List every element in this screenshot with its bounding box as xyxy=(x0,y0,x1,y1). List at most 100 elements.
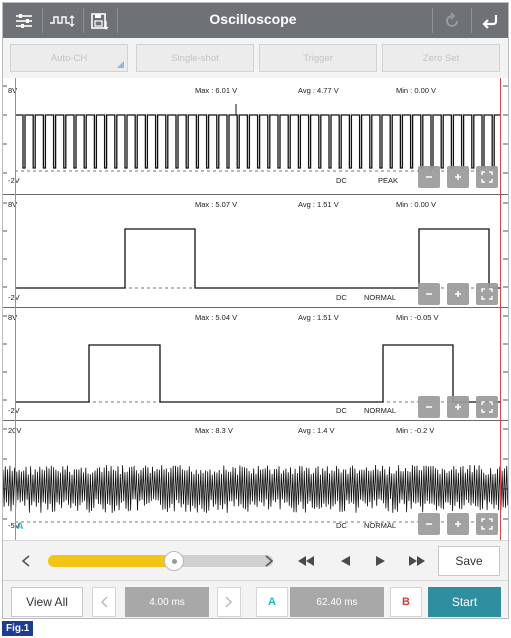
minus-icon xyxy=(426,523,432,525)
mode-toolbar: Auto-CH Single-shot Trigger Zero Set xyxy=(3,38,508,78)
min-value: Min : -0.05 V xyxy=(396,313,439,322)
refresh-icon[interactable] xyxy=(435,6,469,35)
plus-icon xyxy=(455,404,461,410)
view-all-button[interactable]: View All xyxy=(11,587,83,617)
fast-forward-icon xyxy=(409,556,425,566)
minus-icon xyxy=(426,293,432,295)
max-value: Max : 5.07 V xyxy=(195,200,238,209)
trigger-button[interactable]: Trigger xyxy=(259,44,377,72)
expand-icon xyxy=(481,518,493,530)
scale-up-button[interactable] xyxy=(447,283,469,305)
playback-bar: Save xyxy=(3,540,508,580)
expand-channel-button[interactable] xyxy=(476,513,498,535)
avg-value: Avg : 1.4 V xyxy=(298,426,335,435)
acquisition-mode-label: NORMAL xyxy=(364,293,397,302)
signal-waveform xyxy=(15,228,500,289)
channel-4: 20V Max : 8.3 V Avg : 1.4 V Min : -0.2 V… xyxy=(3,421,508,540)
sliders-icon[interactable] xyxy=(7,6,41,35)
expand-channel-button[interactable] xyxy=(476,283,498,305)
signal-waveform xyxy=(3,464,508,513)
dropdown-corner-icon xyxy=(117,61,124,68)
app-header: Oscilloscope xyxy=(3,3,508,38)
max-value: Max : 8.3 V xyxy=(195,426,233,435)
plus-icon xyxy=(455,174,461,180)
time-div-value: 4.00 ms xyxy=(125,587,209,617)
save-button[interactable]: Save xyxy=(438,546,500,576)
timeline-slider-fill xyxy=(48,555,174,567)
scale-up-button[interactable] xyxy=(447,396,469,418)
time-div-decrease-button[interactable] xyxy=(92,587,116,617)
acquisition-mode-label: PEAK xyxy=(378,176,399,185)
channel-2: 8V Max : 5.07 V Avg : 1.51 V Min : 0.00 … xyxy=(3,195,508,308)
scale-up-button[interactable] xyxy=(447,166,469,188)
scale-down-button[interactable] xyxy=(418,166,440,188)
figure-label: Fig.1 xyxy=(2,621,34,636)
channel-bottom-label: -2V xyxy=(8,293,20,302)
time-div-increase-button[interactable] xyxy=(217,587,241,617)
signal-waveform xyxy=(15,344,500,403)
scope-display: 8V Max : 6.01 V Avg : 4.77 V Min : 0.00 … xyxy=(3,78,508,540)
single-shot-label: Single-shot xyxy=(171,52,219,64)
expand-icon xyxy=(481,171,493,183)
channel-bottom-label: -2V xyxy=(8,176,20,185)
cursor-time-value: 62.40 ms xyxy=(290,587,384,617)
auto-ch-button[interactable]: Auto-CH xyxy=(10,44,128,72)
slider-next-button[interactable] xyxy=(258,551,280,571)
bottom-toolbar: View All 4.00 ms A 62.40 ms B Start xyxy=(3,580,508,618)
waveform-icon[interactable] xyxy=(45,6,81,35)
cursor-b-line[interactable] xyxy=(500,78,501,540)
scale-down-button[interactable] xyxy=(418,283,440,305)
channel-3: 8V Max : 5.04 V Avg : 1.51 V Min : -0.05… xyxy=(3,308,508,421)
min-value: Min : 0.00 V xyxy=(396,86,437,95)
acquisition-mode-label: NORMAL xyxy=(364,521,397,530)
avg-value: Avg : 4.77 V xyxy=(298,86,339,95)
cursor-b-button[interactable]: B xyxy=(390,587,422,617)
min-value: Min : 0.00 V xyxy=(396,200,437,209)
chevron-left-icon xyxy=(100,596,108,608)
back-arrow-icon[interactable] xyxy=(473,6,507,35)
max-value: Max : 5.04 V xyxy=(195,313,238,322)
chevron-right-icon xyxy=(225,596,233,608)
expand-channel-button[interactable] xyxy=(476,166,498,188)
cursor-a-marker: A xyxy=(17,521,24,531)
slider-prev-button[interactable] xyxy=(15,551,37,571)
single-shot-button[interactable]: Single-shot xyxy=(136,44,254,72)
fast-backward-button[interactable] xyxy=(295,551,317,571)
avg-value: Avg : 1.51 V xyxy=(298,200,339,209)
plus-icon xyxy=(455,291,461,297)
step-backward-button[interactable] xyxy=(334,551,356,571)
expand-icon xyxy=(481,288,493,300)
chevron-right-icon xyxy=(265,555,274,567)
signal-waveform xyxy=(15,114,500,169)
step-forward-button[interactable] xyxy=(370,551,392,571)
timeline-slider-knob[interactable] xyxy=(164,551,184,571)
zero-set-button[interactable]: Zero Set xyxy=(382,44,500,72)
step-backward-icon xyxy=(341,556,350,566)
coupling-label: DC xyxy=(336,293,347,302)
minus-icon xyxy=(426,406,432,408)
oscilloscope-window: Oscilloscope Auto-CH Single-shot Trigger xyxy=(2,2,509,619)
start-button[interactable]: Start xyxy=(428,587,501,617)
coupling-label: DC xyxy=(336,521,347,530)
chevron-left-icon xyxy=(21,555,30,567)
scale-up-button[interactable] xyxy=(447,513,469,535)
save-file-icon[interactable] xyxy=(85,6,115,35)
trigger-label: Trigger xyxy=(303,52,333,64)
page-title: Oscilloscope xyxy=(209,11,297,27)
expand-icon xyxy=(481,401,493,413)
acquisition-mode-label: NORMAL xyxy=(364,406,397,415)
fast-forward-button[interactable] xyxy=(406,551,428,571)
channel-bottom-label: -2V xyxy=(8,406,20,415)
fast-backward-icon xyxy=(298,556,314,566)
channel-1: 8V Max : 6.01 V Avg : 4.77 V Min : 0.00 … xyxy=(3,78,508,195)
minus-icon xyxy=(426,176,432,178)
cursor-a-line[interactable] xyxy=(15,78,16,540)
timeline-slider[interactable] xyxy=(48,551,273,571)
scale-down-button[interactable] xyxy=(418,396,440,418)
scale-down-button[interactable] xyxy=(418,513,440,535)
coupling-label: DC xyxy=(336,176,347,185)
coupling-label: DC xyxy=(336,406,347,415)
expand-channel-button[interactable] xyxy=(476,396,498,418)
zero-set-label: Zero Set xyxy=(422,52,460,64)
cursor-a-button[interactable]: A xyxy=(256,587,288,617)
